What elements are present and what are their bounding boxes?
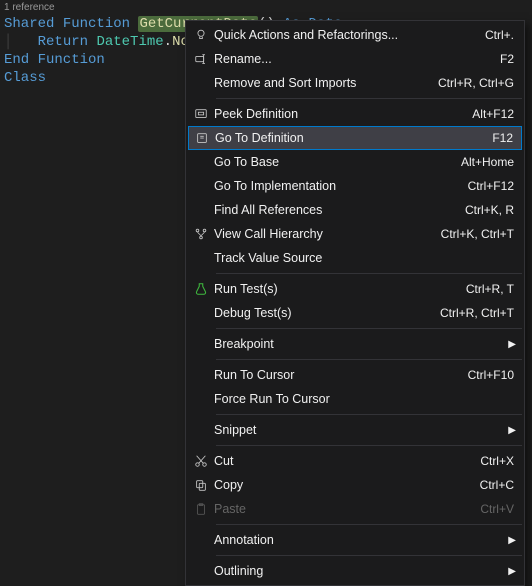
copy-icon — [188, 478, 214, 492]
menu-item-copy[interactable]: Copy Ctrl+C — [188, 473, 522, 497]
menu-shortcut: Ctrl+R, Ctrl+T — [440, 306, 514, 320]
menu-separator — [216, 414, 522, 415]
test-icon — [188, 282, 214, 296]
menu-label: Run To Cursor — [214, 368, 468, 382]
menu-label: Debug Test(s) — [214, 306, 440, 320]
menu-item-rename[interactable]: Rename... F2 — [188, 47, 522, 71]
chevron-right-icon: ▶ — [508, 566, 516, 577]
menu-item-run-to-cursor[interactable]: Run To Cursor Ctrl+F10 — [188, 363, 522, 387]
menu-item-goto-base[interactable]: Go To Base Alt+Home — [188, 150, 522, 174]
menu-label: Go To Implementation — [214, 179, 468, 193]
menu-separator — [216, 98, 522, 99]
menu-item-outlining[interactable]: Outlining ▶ — [188, 559, 522, 583]
menu-shortcut: F2 — [500, 52, 514, 66]
menu-label: Force Run To Cursor — [214, 392, 514, 406]
menu-shortcut: Ctrl+F10 — [468, 368, 514, 382]
menu-item-breakpoint[interactable]: Breakpoint ▶ — [188, 332, 522, 356]
menu-label: Quick Actions and Refactorings... — [214, 28, 485, 42]
menu-label: Peek Definition — [214, 107, 472, 121]
menu-label: Snippet — [214, 423, 514, 437]
menu-label: Copy — [214, 478, 480, 492]
menu-item-force-run-to-cursor[interactable]: Force Run To Cursor — [188, 387, 522, 411]
menu-shortcut: Alt+Home — [461, 155, 514, 169]
codelens-reference[interactable]: 1 reference — [0, 0, 532, 15]
menu-separator — [216, 524, 522, 525]
menu-item-debug-tests[interactable]: Debug Test(s) Ctrl+R, Ctrl+T — [188, 301, 522, 325]
menu-label: Annotation — [214, 533, 514, 547]
menu-separator — [216, 273, 522, 274]
menu-item-run-tests[interactable]: Run Test(s) Ctrl+R, T — [188, 277, 522, 301]
menu-item-find-references[interactable]: Find All References Ctrl+K, R — [188, 198, 522, 222]
menu-separator — [216, 328, 522, 329]
menu-shortcut: Ctrl+R, Ctrl+G — [438, 76, 514, 90]
menu-item-track-value[interactable]: Track Value Source — [188, 246, 522, 270]
menu-item-cut[interactable]: Cut Ctrl+X — [188, 449, 522, 473]
rename-icon — [188, 52, 214, 66]
hierarchy-icon — [188, 227, 214, 241]
menu-shortcut: Ctrl+C — [480, 478, 514, 492]
menu-shortcut: Ctrl+K, Ctrl+T — [441, 227, 514, 241]
menu-item-peek-definition[interactable]: Peek Definition Alt+F12 — [188, 102, 522, 126]
menu-item-goto-implementation[interactable]: Go To Implementation Ctrl+F12 — [188, 174, 522, 198]
menu-label: Run Test(s) — [214, 282, 466, 296]
menu-shortcut: Ctrl+F12 — [468, 179, 514, 193]
menu-label: Go To Base — [214, 155, 461, 169]
menu-label: View Call Hierarchy — [214, 227, 441, 241]
menu-shortcut: Ctrl+R, T — [466, 282, 514, 296]
menu-label: Breakpoint — [214, 337, 514, 351]
menu-shortcut: Alt+F12 — [472, 107, 514, 121]
chevron-right-icon: ▶ — [508, 535, 516, 546]
menu-label: Track Value Source — [214, 251, 514, 265]
paste-icon — [188, 502, 214, 516]
menu-separator — [216, 555, 522, 556]
menu-separator — [216, 359, 522, 360]
menu-label: Cut — [214, 454, 480, 468]
menu-label: Remove and Sort Imports — [214, 76, 438, 90]
menu-item-remove-sort-imports[interactable]: Remove and Sort Imports Ctrl+R, Ctrl+G — [188, 71, 522, 95]
menu-item-snippet[interactable]: Snippet ▶ — [188, 418, 522, 442]
cut-icon — [188, 454, 214, 468]
chevron-right-icon: ▶ — [508, 339, 516, 350]
lightbulb-icon — [188, 28, 214, 42]
menu-item-call-hierarchy[interactable]: View Call Hierarchy Ctrl+K, Ctrl+T — [188, 222, 522, 246]
menu-item-quick-actions[interactable]: Quick Actions and Refactorings... Ctrl+. — [188, 23, 522, 47]
peek-icon — [188, 107, 214, 121]
definition-icon — [189, 131, 215, 145]
menu-label: Outlining — [214, 564, 514, 578]
menu-shortcut: Ctrl+. — [485, 28, 514, 42]
menu-shortcut: Ctrl+V — [480, 502, 514, 516]
menu-shortcut: Ctrl+K, R — [465, 203, 514, 217]
menu-item-paste: Paste Ctrl+V — [188, 497, 522, 521]
menu-item-annotation[interactable]: Annotation ▶ — [188, 528, 522, 552]
menu-item-goto-definition[interactable]: Go To Definition F12 — [188, 126, 522, 150]
menu-label: Paste — [214, 502, 480, 516]
menu-separator — [216, 445, 522, 446]
menu-shortcut: F12 — [492, 131, 513, 145]
menu-shortcut: Ctrl+X — [480, 454, 514, 468]
menu-label: Find All References — [214, 203, 465, 217]
menu-label: Go To Definition — [215, 131, 492, 145]
chevron-right-icon: ▶ — [508, 425, 516, 436]
menu-label: Rename... — [214, 52, 500, 66]
context-menu: Quick Actions and Refactorings... Ctrl+.… — [185, 20, 525, 586]
